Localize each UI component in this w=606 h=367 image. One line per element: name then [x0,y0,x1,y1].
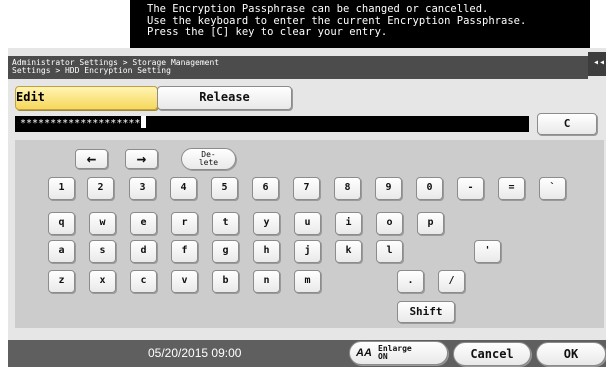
key-row2-7[interactable]: i [335,212,362,235]
key-row3-8[interactable]: l [376,240,403,263]
ok-button[interactable]: OK [536,342,606,366]
key-row3-4[interactable]: g [212,240,239,263]
key-row3-1[interactable]: s [89,240,116,263]
key-row2-4[interactable]: t [212,212,239,235]
key-row1-3[interactable]: 4 [170,177,197,200]
breadcrumb: Administrator Settings > Storage Managem… [8,56,588,79]
key-row4-7[interactable]: . [397,270,424,293]
key-row2-1[interactable]: w [89,212,116,235]
enlarge-label: Enlarge ON [378,344,412,361]
clear-button[interactable]: C [537,113,597,135]
key-row4-3[interactable]: v [171,270,198,293]
key-row1-0[interactable]: 1 [48,177,75,200]
delete-key[interactable]: De- lete [181,148,236,170]
magnifier-icon: AA [356,347,372,359]
key-row2-3[interactable]: r [171,212,198,235]
key-row4-6[interactable]: m [294,270,321,293]
key-row4-4[interactable]: b [212,270,239,293]
key-row1-12[interactable]: ` [539,177,566,200]
key-row3-0[interactable]: a [48,240,75,263]
key-row1-10[interactable]: - [457,177,484,200]
key-row2-0[interactable]: q [48,212,75,235]
back-tab[interactable]: ◂◂ [588,52,606,76]
arrow-left-key[interactable]: ← [75,149,108,169]
key-row1-5[interactable]: 6 [252,177,279,200]
text-cursor [141,116,147,128]
key-row3-2[interactable]: d [130,240,157,263]
key-row4-5[interactable]: n [253,270,280,293]
datetime: 05/20/2015 09:00 [148,346,242,360]
key-row2-8[interactable]: o [376,212,403,235]
key-row4-0[interactable]: z [48,270,75,293]
tab-edit[interactable]: Edit [15,86,158,110]
key-row1-2[interactable]: 3 [129,177,156,200]
key-row3-5[interactable]: h [253,240,280,263]
key-row1-7[interactable]: 8 [334,177,361,200]
arrow-right-key[interactable]: → [125,149,158,169]
passphrase-input[interactable]: ******************** [15,116,529,132]
enlarge-button[interactable]: AA Enlarge ON [349,341,448,365]
key-row2-2[interactable]: e [130,212,157,235]
key-row2-9[interactable]: p [417,212,444,235]
key-row3-3[interactable]: f [171,240,198,263]
key-row1-11[interactable]: = [498,177,525,200]
key-row1-8[interactable]: 9 [375,177,402,200]
key-row3-6[interactable]: j [294,240,321,263]
key-row2-6[interactable]: u [294,212,321,235]
passphrase-value: ******************** [20,118,141,129]
cancel-button[interactable]: Cancel [453,342,531,366]
message-box: The Encryption Passphrase can be changed… [130,0,590,48]
key-row1-1[interactable]: 2 [87,177,114,200]
key-row2-5[interactable]: y [253,212,280,235]
key-row1-6[interactable]: 7 [293,177,320,200]
key-row1-9[interactable]: 0 [416,177,443,200]
key-row3-9[interactable]: ' [474,240,501,263]
shift-key[interactable]: Shift [397,301,455,323]
key-row4-1[interactable]: x [89,270,116,293]
key-row4-2[interactable]: c [130,270,157,293]
key-row4-8[interactable]: / [438,270,465,293]
tab-release[interactable]: Release [157,86,292,110]
key-row1-4[interactable]: 5 [211,177,238,200]
key-row3-7[interactable]: k [335,240,362,263]
